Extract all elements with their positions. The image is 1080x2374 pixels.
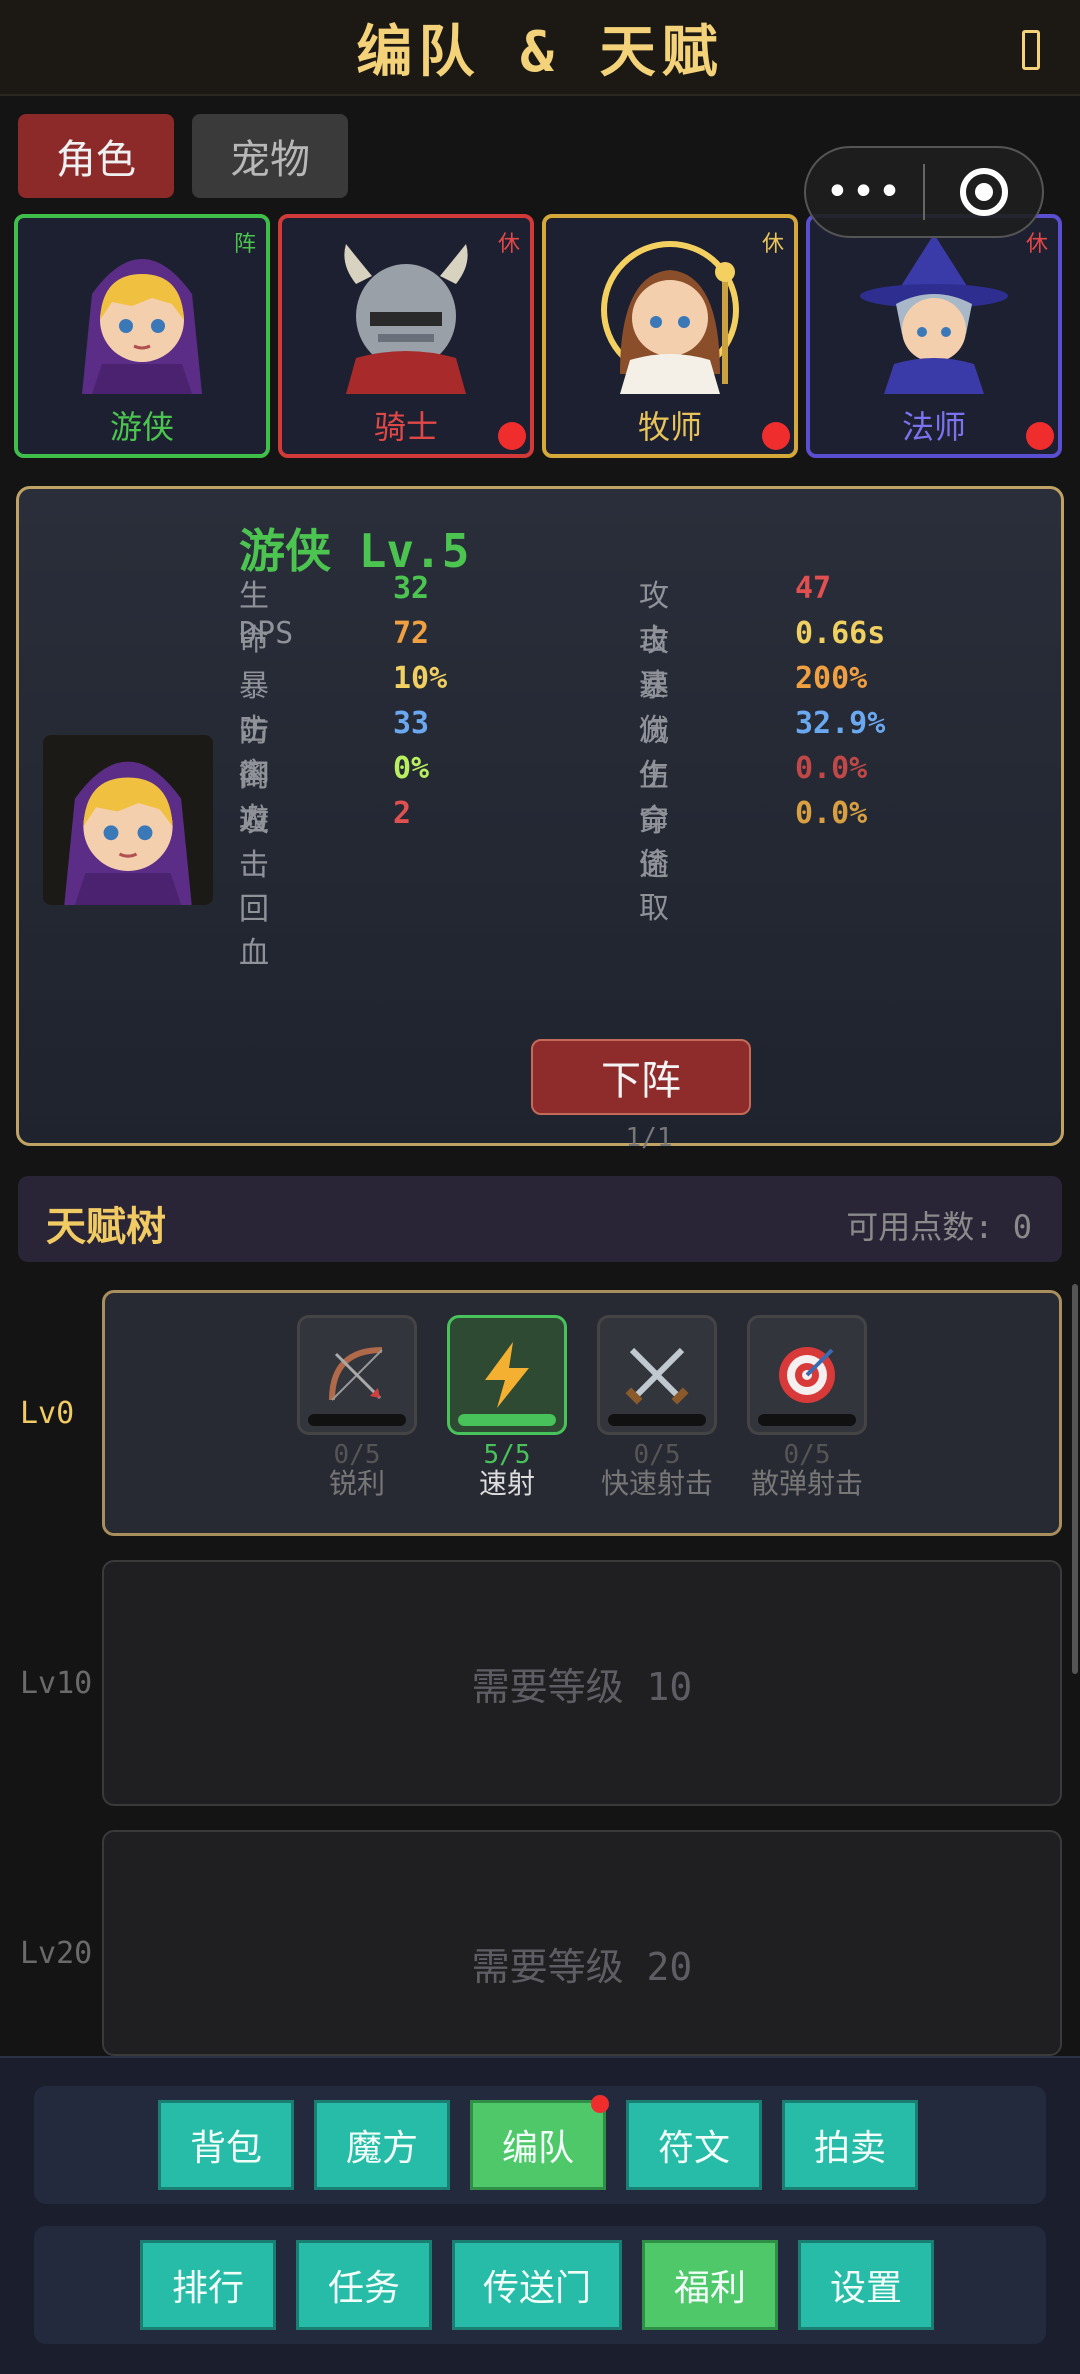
page-title: 编队 & 天赋 [356,19,724,85]
tier-level-label: Lv20 [20,1936,93,1971]
knight-portrait [344,244,468,394]
stat-label: DPS [239,616,294,651]
alert-dot [498,422,526,450]
hero-card-ranger[interactable]: 阵 游侠 [14,214,270,458]
skill-name: 快速射击 [600,1467,713,1500]
page-indicator: 1/1 [625,1123,673,1153]
close-miniprogram-icon[interactable] [925,168,1042,216]
stat-value: 200% [795,661,868,696]
skill-name: 锐利 [328,1467,385,1500]
nav-backpack-button[interactable]: 背包 [158,2100,294,2190]
nav-rune-button[interactable]: 符文 [626,2100,762,2190]
nav-ranking-button[interactable]: 排行 [140,2240,276,2330]
stat-value: 10% [393,661,448,696]
target-icon [747,1315,867,1435]
more-icon[interactable]: ••• [806,169,923,215]
stat-value: 72 [393,616,430,651]
hero-card-mage[interactable]: 休 法师 [806,214,1062,458]
crossed-swords-icon [597,1315,717,1435]
skill-quick-shot[interactable]: 0/5 快速射击 [597,1315,717,1499]
skill-name: 散弹射击 [750,1467,863,1500]
nav-formation-button[interactable]: 编队 [470,2095,609,2190]
bow-icon [297,1315,417,1435]
skill-progress: 0/5 [783,1440,831,1470]
ranger-portrait [82,259,202,394]
hero-detail-panel: 游侠 Lv.5 生命 32 DPS 72 暴击率 10% 防御力 33 闪避 0% 攻击回血 2 攻击… [16,486,1064,1153]
locked-requirement: 需要等级 10 [471,1664,693,1709]
title-bar: 编队 & 天赋 [0,0,1080,96]
hero-name: 牧师 [637,408,702,446]
talent-tier-lv0: 0/5 锐利 5/5 速射 0/5 快速射击 0/5 散弹射击 [102,1290,1062,1536]
hero-roster: 阵 游侠 休 骑士 休 牧师 休 法师 [14,214,1062,458]
nav-formation-label: 编队 [501,2128,574,2169]
skill-progress: 0/5 [333,1440,381,1470]
withdraw-button[interactable]: 下阵 [531,1039,751,1115]
locked-requirement: 需要等级 20 [471,1945,693,1989]
priest-portrait [601,241,739,394]
talent-tree-title: 天赋树 [46,1204,166,1250]
stat-value: 32.9% [795,706,886,741]
miniprogram-capsule: ••• [804,146,1044,238]
skill-rapid-fire[interactable]: 5/5 速射 [447,1315,567,1499]
menu-icon[interactable] [1022,30,1040,70]
stat-value: 0.0% [795,796,868,831]
status-tag: 休 [497,232,520,257]
skill-name: 速射 [478,1467,535,1500]
available-points: 可用点数: 0 [846,1208,1032,1246]
stat-value: 2 [393,796,412,831]
hero-card-priest[interactable]: 休 牧师 [542,214,798,458]
mage-portrait [860,234,1008,394]
status-tag: 阵 [233,232,256,257]
alert-dot [762,422,790,450]
stat-label: 攻击回血 [239,804,269,971]
talent-tier-lv20: 需要等级 20 [102,1830,1062,2056]
stat-value: 0% [393,751,430,786]
stat-value: 33 [393,706,430,741]
tier-level-label: Lv0 [20,1396,75,1431]
stat-value: 32 [393,571,430,606]
nav-settings-button[interactable]: 设置 [798,2240,934,2330]
stat-value: 0.0% [795,751,868,786]
skill-scatter-shot[interactable]: 0/5 散弹射击 [747,1315,867,1499]
skill-sharp[interactable]: 0/5 锐利 [297,1315,417,1499]
status-tag: 休 [761,232,784,257]
stat-value: 47 [795,571,832,606]
nav-auction-button[interactable]: 拍卖 [782,2100,918,2190]
nav-row-1: 背包 魔方 编队 符文 拍卖 [34,2086,1046,2204]
talent-tier-lv10: 需要等级 10 [102,1560,1062,1806]
hero-name: 法师 [901,408,966,446]
stat-label: 穿透 [639,804,669,883]
tab-character[interactable]: 角色 [18,114,174,198]
tier-level-label: Lv10 [20,1666,93,1701]
skill-progress: 5/5 [483,1440,531,1470]
category-tabs: 角色 宠物 [18,114,348,198]
nav-quest-button[interactable]: 任务 [296,2240,432,2330]
lightning-icon [447,1315,567,1435]
hero-card-knight[interactable]: 休 骑士 [278,214,534,458]
status-tag: 休 [1025,232,1048,257]
tab-pet[interactable]: 宠物 [192,114,348,198]
nav-portal-button[interactable]: 传送门 [452,2240,622,2330]
nav-welfare-button[interactable]: 福利 [642,2240,778,2330]
alert-dot [1026,422,1054,450]
talent-tree-header: 天赋树 可用点数: 0 [18,1176,1062,1262]
ranger-large-portrait [43,735,213,905]
stat-value: 0.66s [795,616,886,651]
talent-scrollbar[interactable] [1072,1284,1078,1674]
notification-dot [591,2095,609,2113]
hero-name: 骑士 [373,408,438,446]
bottom-navigation: 背包 魔方 编队 符文 拍卖 排行 任务 传送门 福利 设置 [0,2056,1080,2374]
skill-progress: 0/5 [633,1440,681,1470]
hero-name: 游侠 [109,408,174,446]
nav-row-2: 排行 任务 传送门 福利 设置 [34,2226,1046,2344]
hero-level-title: 游侠 Lv.5 [239,524,470,578]
nav-cube-button[interactable]: 魔方 [314,2100,450,2190]
